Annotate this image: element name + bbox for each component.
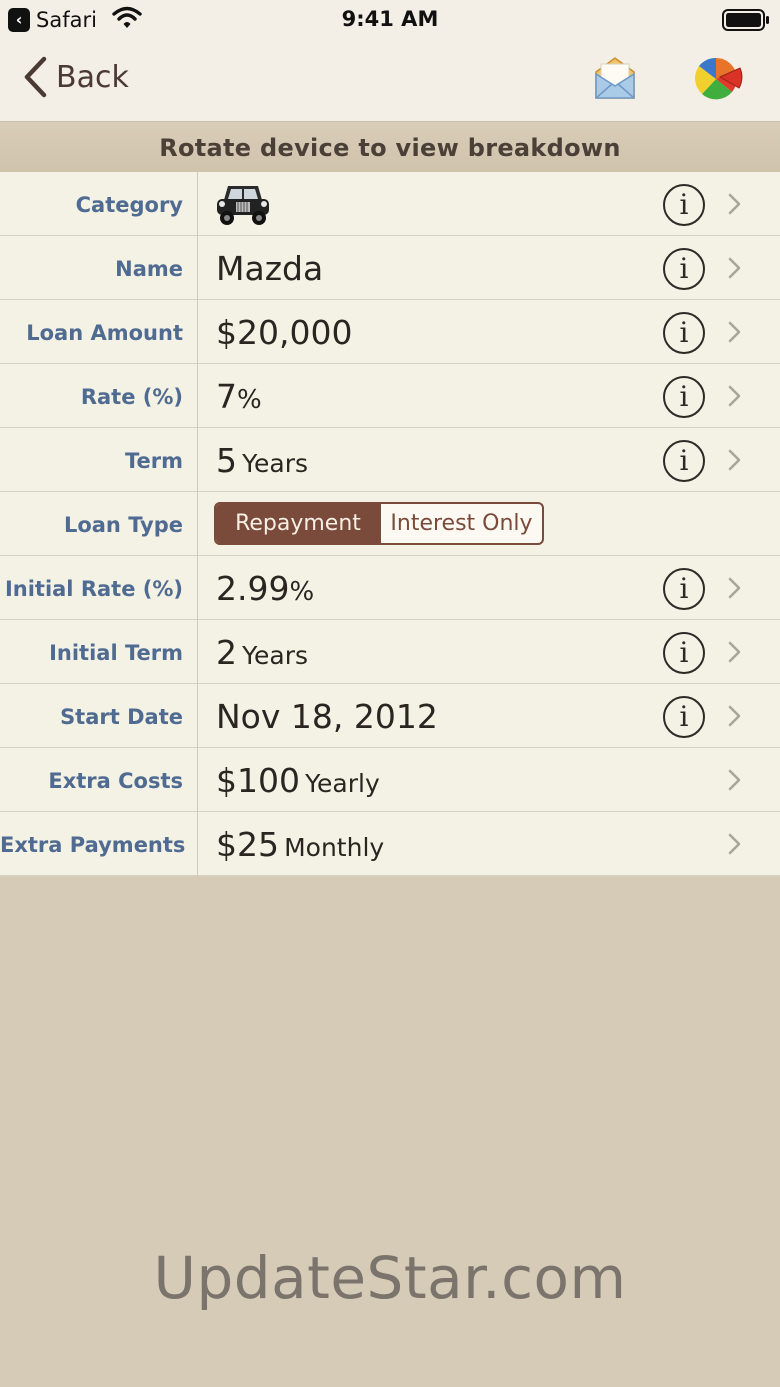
row-value: Mazda <box>216 236 323 300</box>
info-button[interactable]: i <box>663 376 705 418</box>
battery-icon <box>722 9 769 31</box>
extra-costs-value: $100 <box>216 761 300 800</box>
row-extra-payments[interactable]: Extra Payments $25 Monthly <box>0 812 780 876</box>
back-label: Back <box>56 59 129 95</box>
extra-payments-value: $25 <box>216 825 279 864</box>
name-value: Mazda <box>216 249 324 288</box>
row-value: Nov 18, 2012 <box>216 684 438 748</box>
row-value: 7% <box>216 364 262 428</box>
info-button[interactable]: i <box>663 696 705 738</box>
info-button[interactable]: i <box>663 632 705 674</box>
clock: 9:41 AM <box>341 7 439 31</box>
chevron-right-icon <box>728 449 741 471</box>
row-category[interactable]: Category i <box>0 172 780 236</box>
row-label: Term <box>0 428 198 492</box>
row-loan-type: Loan Type Repayment Interest Only <box>0 492 780 556</box>
chevron-right-icon <box>728 385 741 407</box>
row-start-date[interactable]: Start Date Nov 18, 2012 i <box>0 684 780 748</box>
status-bar: ‹ Safari 9:41 AM <box>0 0 780 40</box>
initial-term-value: 2 <box>216 633 237 672</box>
email-button[interactable] <box>592 54 638 106</box>
envelope-icon <box>595 57 635 99</box>
chevron-right-icon <box>728 257 741 279</box>
info-button[interactable]: i <box>663 312 705 354</box>
row-value: 5 Years <box>216 428 308 492</box>
chevron-right-icon <box>728 705 741 727</box>
row-initial-term[interactable]: Initial Term 2 Years i <box>0 620 780 684</box>
info-button[interactable]: i <box>663 440 705 482</box>
chevron-right-icon <box>728 193 741 215</box>
breakdown-chart-button[interactable] <box>694 56 744 106</box>
navigation-bar: Back <box>0 40 780 122</box>
chevron-right-icon <box>728 769 741 791</box>
chevron-right-icon <box>728 641 741 663</box>
pie-chart-icon <box>694 57 743 100</box>
initial-term-unit: Years <box>242 641 309 670</box>
info-button[interactable]: i <box>663 248 705 290</box>
extra-costs-frequency: Yearly <box>305 769 380 798</box>
row-value: $25 Monthly <box>216 812 384 876</box>
row-name[interactable]: Name Mazda i <box>0 236 780 300</box>
row-value: $100 Yearly <box>216 748 380 812</box>
row-label: Loan Type <box>0 492 198 556</box>
row-term[interactable]: Term 5 Years i <box>0 428 780 492</box>
row-label: Category <box>0 172 198 236</box>
start-date-value: Nov 18, 2012 <box>216 697 438 736</box>
initial-rate-value: 2.99 <box>216 569 290 608</box>
row-rate[interactable]: Rate (%) 7% i <box>0 364 780 428</box>
segment-repayment[interactable]: Repayment <box>216 504 380 543</box>
info-button[interactable]: i <box>663 568 705 610</box>
chevron-right-icon <box>728 833 741 855</box>
loan-type-segmented-control[interactable]: Repayment Interest Only <box>214 502 544 545</box>
row-label: Extra Payments <box>0 812 198 876</box>
row-label: Initial Rate (%) <box>0 556 198 620</box>
info-button[interactable]: i <box>663 184 705 226</box>
row-value: 2 Years <box>216 620 308 684</box>
loan-amount-value: $20,000 <box>216 313 353 352</box>
initial-rate-unit: % <box>289 577 315 607</box>
segment-interest-only[interactable]: Interest Only <box>380 504 542 543</box>
row-label: Start Date <box>0 684 198 748</box>
car-icon <box>217 186 269 225</box>
row-loan-amount[interactable]: Loan Amount $20,000 i <box>0 300 780 364</box>
rotate-hint-banner: Rotate device to view breakdown <box>0 122 780 172</box>
chevron-right-icon <box>728 577 741 599</box>
row-label: Name <box>0 236 198 300</box>
row-value: $20,000 <box>216 300 352 364</box>
rate-value: 7 <box>216 377 237 416</box>
row-value: 2.99% <box>216 556 314 620</box>
row-initial-rate[interactable]: Initial Rate (%) 2.99% i <box>0 556 780 620</box>
loan-details-table: Category i Name Mazda i Loan Amount $20,… <box>0 172 780 876</box>
term-unit: Years <box>242 449 309 478</box>
rate-unit: % <box>237 385 262 415</box>
watermark-text: UpdateStar.com <box>153 1244 627 1312</box>
back-button[interactable]: Back <box>22 56 129 98</box>
row-label: Rate (%) <box>0 364 198 428</box>
term-value: 5 <box>216 441 237 480</box>
chevron-left-icon <box>24 56 47 98</box>
chevron-right-icon <box>728 321 741 343</box>
row-label: Loan Amount <box>0 300 198 364</box>
extra-payments-frequency: Monthly <box>284 833 385 862</box>
row-label: Extra Costs <box>0 748 198 812</box>
row-extra-costs[interactable]: Extra Costs $100 Yearly <box>0 748 780 812</box>
row-label: Initial Term <box>0 620 198 684</box>
